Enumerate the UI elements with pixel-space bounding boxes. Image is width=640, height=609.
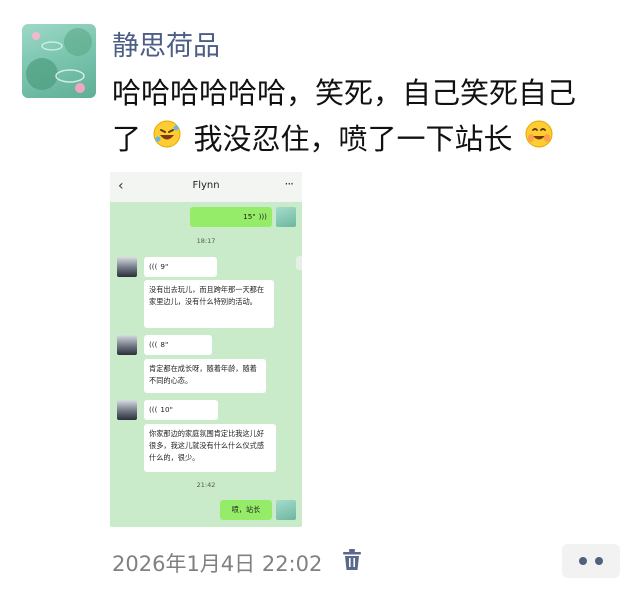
post-text-line2: 了 我没忍住，喷了一下站长 — [112, 116, 617, 162]
voice-duration: 10" — [160, 405, 173, 414]
timestamp: 18:17 — [196, 237, 216, 245]
side-tab — [296, 256, 302, 270]
voice-message-me: 15" ))) — [190, 207, 272, 227]
laughing-emoji-icon — [524, 116, 554, 162]
voice-icon: ((( — [149, 262, 158, 271]
poster-name[interactable]: 静思荷品 — [112, 24, 220, 63]
avatar-flynn — [117, 335, 137, 355]
text-message: 肯定都在成长呀，随着年龄，随着不同的心态。 — [144, 359, 266, 393]
post-text-part-a: 了 — [112, 122, 142, 156]
avatar[interactable] — [22, 24, 96, 98]
lotus-pond-avatar-image — [26, 28, 92, 93]
text-message: 你家那边的家庭氛围肯定比我这儿好很多，我这儿就没有什么什么仪式感什么的，很少。 — [144, 424, 276, 472]
text-message: 没有出去玩儿，而且跨年那一天都在家里边儿，没有什么特别的活动。 — [144, 280, 274, 328]
more-icon: ··· — [284, 177, 295, 191]
post-text-line1: 哈哈哈哈哈哈，笑死，自己笑死自己 — [112, 76, 577, 110]
timestamp: 21:42 — [196, 481, 216, 489]
voice-message: ((( 10" — [144, 400, 218, 420]
post-date: 2026年1月4日 22:02 — [112, 552, 323, 576]
post-text: 哈哈哈哈哈哈，笑死，自己笑死自己 了 我没忍住，喷了一下站长 — [112, 70, 617, 162]
more-button[interactable] — [562, 544, 620, 578]
avatar-me — [276, 207, 296, 227]
trash-icon[interactable] — [341, 548, 363, 572]
voice-duration: 8" — [160, 340, 169, 349]
voice-message: ((( 9" — [144, 257, 217, 277]
chat-header: ‹ Flynn ··· — [110, 172, 302, 202]
voice-icon: ((( — [149, 405, 158, 414]
chat-title: Flynn — [192, 180, 220, 191]
avatar-flynn — [117, 400, 137, 420]
text-message-me: 喷，站长 — [220, 500, 272, 520]
post-text-part-b: 我没忍住，喷了一下站长 — [193, 122, 513, 156]
more-dots-icon — [579, 557, 587, 565]
avatar-me — [276, 500, 296, 520]
chat-screenshot[interactable]: ‹ Flynn ··· 15" ))) 18:17 ((( 9" 没有出去玩儿，… — [110, 172, 302, 527]
voice-icon: ((( — [149, 340, 158, 349]
voice-icon: ))) — [258, 212, 267, 221]
voice-message: ((( 8" — [144, 335, 212, 355]
more-dots-icon — [595, 557, 603, 565]
voice-duration: 15" — [243, 212, 256, 221]
avatar-flynn — [117, 257, 137, 277]
voice-duration: 9" — [160, 262, 169, 271]
rofl-emoji-icon — [152, 116, 182, 162]
